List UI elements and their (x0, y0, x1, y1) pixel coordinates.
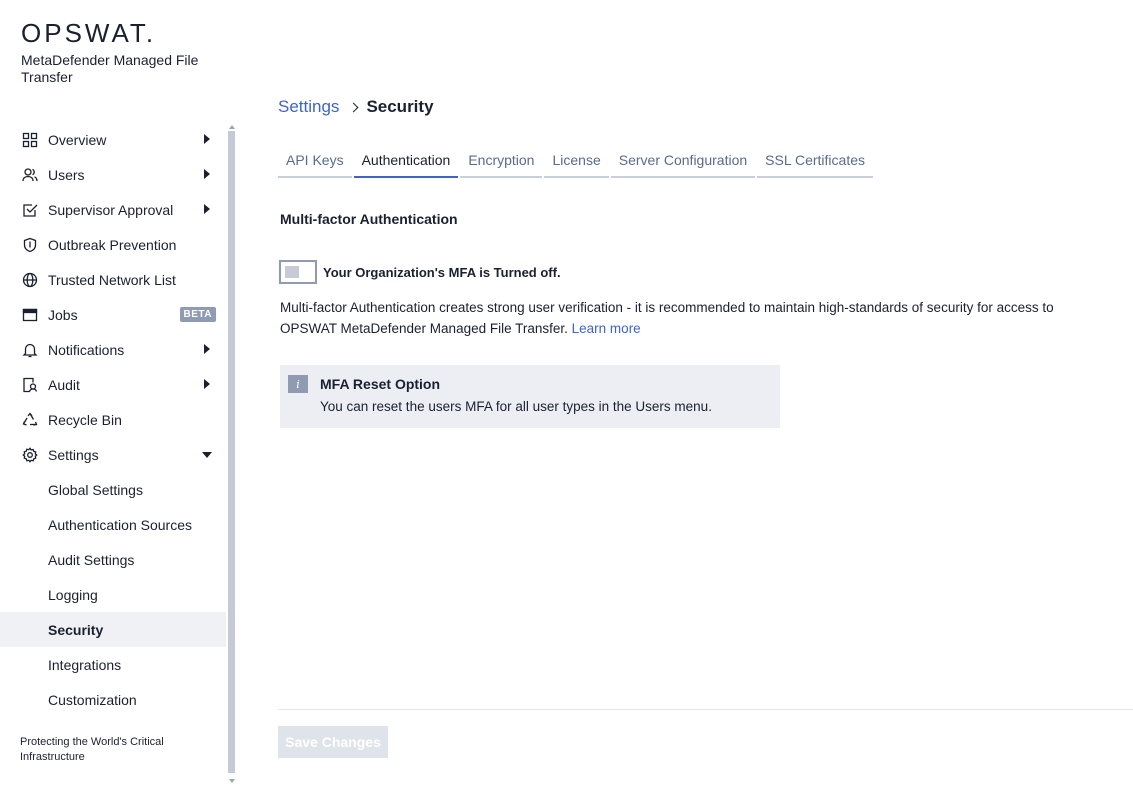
sidebar-item-label: Jobs (48, 306, 78, 323)
bell-icon (21, 341, 39, 359)
grid-icon (21, 131, 39, 149)
footer-divider (278, 709, 1133, 710)
sidebar-subitem-security[interactable]: Security (0, 612, 226, 647)
sidebar-item-label: Settings (48, 446, 99, 463)
sidebar-item-recycle-bin[interactable]: Recycle Bin (0, 402, 226, 437)
tab-ssl-certificates[interactable]: SSL Certificates (757, 147, 874, 178)
chevron-right-icon[interactable] (204, 169, 210, 179)
brand: OPSWAT. MetaDefender Managed File Transf… (21, 20, 201, 86)
sidebar-item-label: Audit (48, 376, 80, 393)
sidebar: OPSWAT. MetaDefender Managed File Transf… (0, 0, 236, 788)
tagline: Protecting the World's Critical Infrastr… (20, 736, 164, 763)
mfa-description: Multi-factor Authentication creates stro… (280, 297, 1110, 339)
chevron-right-icon[interactable] (204, 134, 210, 144)
chevron-right-icon[interactable] (204, 204, 210, 214)
tab-authentication[interactable]: Authentication (353, 147, 459, 178)
sidebar-item-label: Notifications (48, 341, 125, 358)
opswat-logo[interactable]: OPSWAT. (21, 20, 201, 46)
sidebar-item-trusted-network-list[interactable]: Trusted Network List (0, 262, 226, 297)
chevron-down-icon[interactable] (202, 452, 212, 458)
window-icon (21, 306, 39, 324)
recycle-icon (21, 411, 39, 429)
globe-icon (21, 271, 39, 289)
chevron-right-icon (348, 102, 359, 112)
mfa-reset-info-box: i MFA Reset Option You can reset the use… (280, 365, 780, 428)
mfa-toggle[interactable] (279, 260, 317, 284)
breadcrumb-settings-link[interactable]: Settings (278, 97, 339, 117)
tab-encryption[interactable]: Encryption (460, 147, 543, 178)
toggle-knob (285, 266, 299, 278)
sidebar-item-supervisor-approval[interactable]: Supervisor Approval (0, 192, 226, 227)
learn-more-link[interactable]: Learn more (572, 321, 641, 336)
sidebar-item-users[interactable]: Users (0, 157, 226, 192)
settings-tabs: API Keys Authentication Encryption Licen… (278, 147, 875, 178)
info-title: MFA Reset Option (320, 376, 441, 392)
info-text: You can reset the users MFA for all user… (320, 399, 712, 414)
sidebar-item-settings[interactable]: Settings (0, 437, 226, 472)
tab-server-configuration[interactable]: Server Configuration (610, 147, 756, 178)
sidebar-item-label: Overview (48, 131, 107, 148)
audit-icon (21, 376, 39, 394)
sidebar-item-label: Trusted Network List (48, 271, 176, 288)
page-title: Security (366, 97, 434, 116)
scroll-thumb[interactable] (228, 131, 235, 773)
sidebar-item-label: Outbreak Prevention (48, 236, 177, 253)
scroll-up-icon[interactable] (229, 125, 235, 129)
sidebar-subitem-global-settings[interactable]: Global Settings (0, 472, 226, 507)
scroll-down-icon[interactable] (229, 779, 235, 783)
sidebar-item-jobs[interactable]: Jobs BETA (0, 297, 226, 332)
shield-icon (21, 236, 39, 254)
sidebar-item-label: Recycle Bin (48, 411, 122, 428)
sidebar-item-label: Users (48, 166, 85, 183)
product-name: MetaDefender Managed File Transfer (21, 52, 199, 85)
users-icon (21, 166, 39, 184)
tab-license[interactable]: License (544, 147, 609, 178)
sidebar-item-outbreak-prevention[interactable]: Outbreak Prevention (0, 227, 226, 262)
gear-icon (21, 446, 39, 464)
sidebar-subitem-logging[interactable]: Logging (0, 577, 226, 612)
checkbox-icon (21, 201, 39, 219)
mfa-status-label: Your Organization's MFA is Turned off. (323, 264, 561, 280)
info-icon: i (288, 375, 308, 393)
beta-badge: BETA (179, 307, 216, 322)
sidebar-item-label: Supervisor Approval (48, 201, 174, 218)
save-button[interactable]: Save Changes (278, 726, 388, 758)
sidebar-subitem-customization[interactable]: Customization (0, 682, 226, 717)
mfa-description-text: Multi-factor Authentication creates stro… (280, 300, 1054, 336)
sidebar-subitem-audit-settings[interactable]: Audit Settings (0, 542, 226, 577)
sidebar-nav: Overview Users Supervisor Approval Outbr… (0, 122, 226, 717)
mfa-toggle-row: Your Organization's MFA is Turned off. (279, 260, 561, 284)
chevron-right-icon[interactable] (204, 379, 210, 389)
sidebar-subitem-authentication-sources[interactable]: Authentication Sources (0, 507, 226, 542)
sidebar-scrollbar[interactable] (228, 125, 236, 785)
chevron-right-icon[interactable] (204, 344, 210, 354)
breadcrumb: Settings Security (278, 97, 434, 117)
sidebar-item-audit[interactable]: Audit (0, 367, 226, 402)
tab-api-keys[interactable]: API Keys (278, 147, 352, 178)
sidebar-item-notifications[interactable]: Notifications (0, 332, 226, 367)
sidebar-subitem-integrations[interactable]: Integrations (0, 647, 226, 682)
sidebar-item-overview[interactable]: Overview (0, 122, 226, 157)
section-title: Multi-factor Authentication (280, 211, 458, 227)
